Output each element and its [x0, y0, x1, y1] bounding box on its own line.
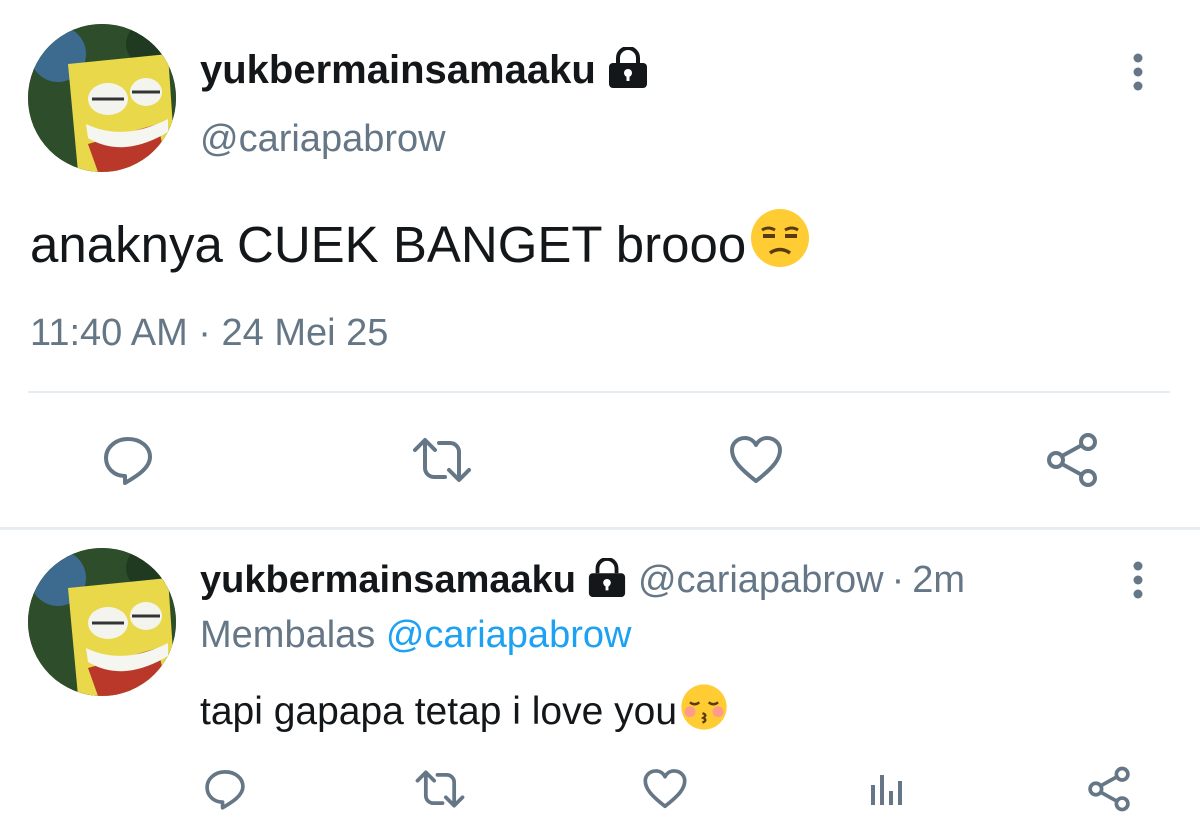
display-name-text[interactable]: yukbermainsamaaku [200, 48, 596, 93]
reply-text-content: tapi gapapa tetap i love you [200, 690, 678, 733]
spongebob-avatar [28, 24, 176, 172]
unamused-face-icon [748, 206, 812, 282]
reply-avatar[interactable] [28, 548, 176, 696]
lock-icon [586, 556, 628, 603]
lock-icon [606, 45, 650, 94]
retweet-icon[interactable] [410, 430, 474, 490]
reply-display-name[interactable]: yukbermainsamaaku [200, 559, 576, 602]
replying-prefix: Membalas [200, 614, 376, 656]
tweet-text-content: anaknya CUEK BANGET brooo [30, 215, 747, 273]
divider [28, 391, 1170, 393]
more-vertical-icon[interactable] [1118, 558, 1158, 602]
heart-icon[interactable] [724, 430, 788, 490]
reply-age[interactable]: 2m [912, 559, 965, 602]
reply-text: tapi gapapa tetap i love you [200, 682, 729, 742]
share-icon[interactable] [1082, 764, 1136, 814]
timestamp-separator: · [198, 312, 211, 354]
replying-to: Membalas @cariapabrow [200, 614, 631, 657]
display-name: yukbermainsamaaku [200, 45, 650, 94]
reply-handle[interactable]: @cariapabrow [638, 559, 884, 602]
reply-icon[interactable] [200, 764, 250, 814]
reply-icon[interactable] [98, 430, 158, 490]
kissing-face-closed-eyes-icon [679, 682, 729, 742]
heart-icon[interactable] [638, 764, 692, 814]
avatar[interactable] [28, 24, 176, 172]
share-icon[interactable] [1040, 430, 1104, 490]
tweet-date: 24 Mei 25 [221, 312, 389, 354]
tweet-time: 11:40 AM [30, 312, 188, 354]
tweet-text: anaknya CUEK BANGET brooo [30, 206, 812, 282]
tweet-timestamp[interactable]: 11:40 AM · 24 Mei 25 [30, 312, 388, 355]
reply-header: yukbermainsamaaku @cariapabrow · 2m [200, 556, 965, 603]
replying-to-link[interactable]: @cariapabrow [386, 614, 632, 656]
handle[interactable]: @cariapabrow [200, 118, 446, 161]
section-divider [0, 527, 1200, 530]
more-vertical-icon[interactable] [1118, 50, 1158, 94]
analytics-icon[interactable] [862, 764, 912, 814]
reply-separator: · [891, 558, 905, 601]
retweet-icon[interactable] [412, 764, 468, 814]
spongebob-avatar [28, 548, 176, 696]
